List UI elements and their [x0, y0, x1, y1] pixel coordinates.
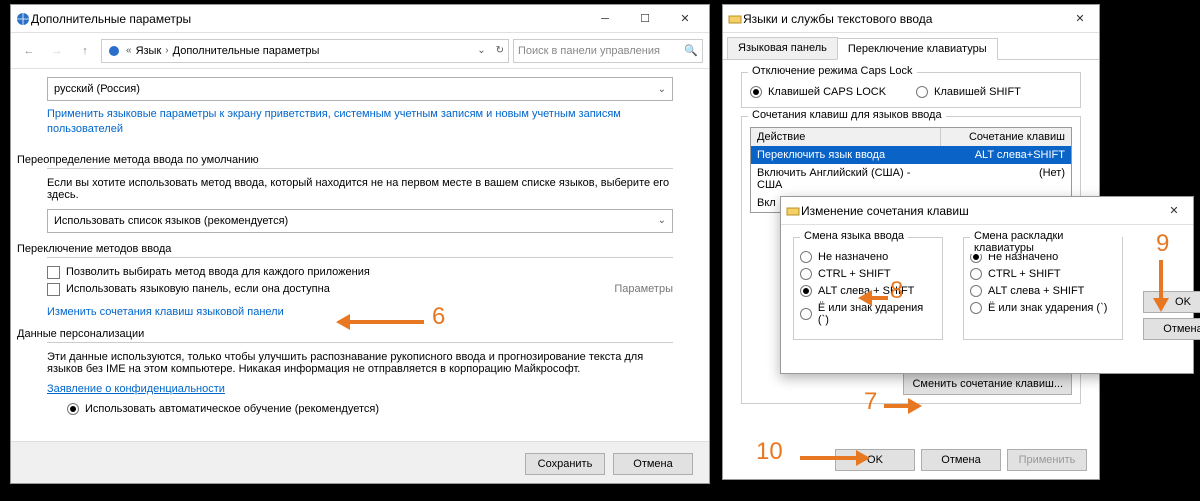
caps-group-title: Отключение режима Caps Lock [748, 65, 917, 77]
cancel-button[interactable]: Отмена [1143, 318, 1200, 340]
radio-label: CTRL + SHIFT [818, 268, 891, 280]
section-title-personalization: Данные персонализации [17, 328, 673, 340]
chevron-down-icon: ⌄ [658, 84, 666, 95]
save-button[interactable]: Сохранить [525, 453, 605, 475]
search-icon: 🔍 [684, 44, 698, 57]
close-button[interactable]: ✕ [665, 6, 705, 32]
minimize-button[interactable]: ─ [585, 6, 625, 32]
action-cell: Переключить язык ввода [751, 146, 941, 164]
change-hotkeys-link[interactable]: Изменить сочетания клавиш языковой панел… [47, 306, 284, 318]
kl-altshift-radio[interactable] [970, 285, 982, 297]
close-button[interactable]: ✕ [1159, 198, 1189, 224]
forward-button[interactable]: → [45, 39, 69, 63]
change-shortcut-button[interactable]: Сменить сочетание клавиш... [903, 373, 1072, 395]
override-description: Если вы хотите использовать метод ввода,… [47, 177, 673, 201]
ok-button[interactable]: OK [835, 449, 915, 471]
input-method-dropdown[interactable]: Использовать список языков (рекомендуетс… [47, 209, 673, 233]
window-titlebar: Дополнительные параметры ─ ☐ ✕ [11, 5, 709, 33]
breadcrumb-root[interactable]: Язык [136, 45, 162, 57]
ok-button[interactable]: OK [1143, 291, 1200, 313]
chevron-down-icon: ⌄ [658, 215, 666, 226]
language-dropdown[interactable]: русский (Россия) ⌄ [47, 77, 673, 101]
annotation-num-8: 8 [890, 277, 903, 305]
table-row[interactable]: Переключить язык ввода ALT слева+SHIFT [751, 146, 1071, 164]
window-title: Изменение сочетания клавиш [801, 204, 1159, 218]
annotation-num-6: 6 [432, 303, 445, 331]
dropdown-value: Использовать список языков (рекомендуетс… [54, 215, 288, 227]
globe-icon [15, 11, 31, 27]
privacy-link[interactable]: Заявление о конфиденциальности [47, 383, 673, 395]
shortcut-cell: (Нет) [941, 164, 1071, 194]
window-titlebar: Изменение сочетания клавиш ✕ [781, 197, 1193, 225]
auto-learn-radio[interactable] [67, 403, 79, 415]
radio-label: Ё или знак ударения (`) [988, 302, 1107, 314]
shortcut-cell: ALT слева+SHIFT [941, 146, 1071, 164]
caps-caps-label: Клавишей CAPS LOCK [768, 86, 886, 98]
close-button[interactable]: ✕ [1065, 6, 1095, 32]
breadcrumb[interactable]: « Язык › Дополнительные параметры ⌄ ↻ [101, 39, 509, 63]
back-button[interactable]: ← [17, 39, 41, 63]
cancel-button[interactable]: Отмена [921, 449, 1001, 471]
window-title: Дополнительные параметры [31, 12, 585, 26]
personalization-description: Эти данные используются, только чтобы ул… [47, 351, 673, 375]
il-none-radio[interactable] [800, 251, 812, 263]
caps-shift-label: Клавишей SHIFT [934, 86, 1021, 98]
keyboard-icon [727, 11, 743, 27]
kb-layout-col-title: Смена раскладки клавиатуры [970, 230, 1122, 254]
cancel-button[interactable]: Отмена [613, 453, 693, 475]
input-lang-col-title: Смена языка ввода [800, 230, 908, 242]
section-title-switching: Переключение методов ввода [17, 243, 673, 255]
table-row[interactable]: Включить Английский (США) - США (Нет) [751, 164, 1071, 194]
globe-icon [106, 43, 122, 59]
hotkeys-group-title: Сочетания клавиш для языков ввода [748, 109, 946, 121]
il-grave-radio[interactable] [800, 308, 812, 320]
caps-caps-radio[interactable] [750, 86, 762, 98]
col-action: Действие [751, 128, 941, 146]
annotation-num-7: 7 [864, 388, 877, 416]
radio-label: ALT слева + SHIFT [988, 285, 1084, 297]
breadcrumb-current: Дополнительные параметры [173, 45, 320, 57]
radio-label: CTRL + SHIFT [988, 268, 1061, 280]
per-app-label: Позволить выбирать метод ввода для каждо… [66, 266, 370, 278]
maximize-button[interactable]: ☐ [625, 6, 665, 32]
window-titlebar: Языки и службы текстового ввода ✕ [723, 5, 1099, 33]
lang-bar-checkbox[interactable] [47, 283, 60, 296]
il-altshift-radio[interactable] [800, 285, 812, 297]
dropdown-value: русский (Россия) [54, 83, 140, 95]
auto-learn-label: Использовать автоматическое обучение (ре… [85, 403, 379, 415]
tab-keyboard-switch[interactable]: Переключение клавиатуры [837, 38, 998, 60]
kl-ctrlshift-radio[interactable] [970, 268, 982, 280]
tab-language-bar[interactable]: Языковая панель [727, 37, 838, 59]
apply-to-welcome-link[interactable]: Применить языковые параметры к экрану пр… [47, 107, 673, 144]
keyboard-icon [785, 203, 801, 219]
radio-label: Ё или знак ударения (`) [818, 302, 936, 326]
per-app-checkbox[interactable] [47, 266, 60, 279]
search-placeholder: Поиск в панели управления [518, 45, 660, 57]
search-input[interactable]: Поиск в панели управления 🔍 [513, 39, 703, 63]
refresh-icon[interactable]: ↻ [496, 45, 504, 56]
annotation-num-10: 10 [756, 438, 783, 466]
params-link[interactable]: Параметры [614, 283, 673, 295]
action-cell: Включить Английский (США) - США [751, 164, 941, 194]
window-title: Языки и службы текстового ввода [743, 12, 1065, 26]
radio-label: Не назначено [818, 251, 888, 263]
up-button[interactable]: ↑ [73, 39, 97, 63]
section-title-input-override: Переопределение метода ввода по умолчани… [17, 154, 673, 166]
kl-grave-radio[interactable] [970, 302, 982, 314]
lang-bar-label: Использовать языковую панель, если она д… [66, 283, 330, 295]
apply-button[interactable]: Применить [1007, 449, 1087, 471]
annotation-num-9: 9 [1156, 230, 1169, 258]
chevron-down-icon[interactable]: ⌄ [477, 45, 485, 56]
caps-shift-radio[interactable] [916, 86, 928, 98]
col-shortcut: Сочетание клавиш [941, 128, 1071, 146]
il-ctrlshift-radio[interactable] [800, 268, 812, 280]
